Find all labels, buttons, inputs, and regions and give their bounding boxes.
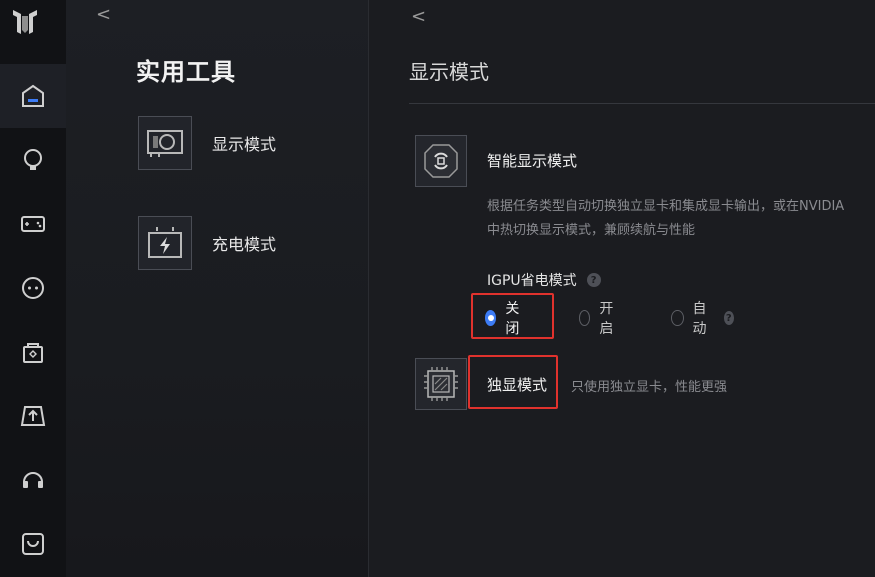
graphics-card-icon (138, 116, 192, 170)
radio-auto[interactable]: 自动 ? (671, 301, 734, 337)
radio-unchecked-icon (671, 310, 684, 326)
igpu-label-text: IGPU省电模式 (487, 273, 577, 289)
tool-charge-mode[interactable]: 充电模式 (138, 216, 276, 270)
display-mode-panel: < 显示模式 智能显示模式 根据任务类型自动切换独立显卡和集成显卡输出，或在NV… (368, 0, 875, 577)
page-title: 显示模式 (409, 60, 489, 84)
highlight-box-dgpu (468, 355, 558, 409)
chat-bot-icon (22, 277, 44, 299)
shopping-bag-icon (22, 533, 44, 555)
smart-mode-title[interactable]: 智能显示模式 (487, 150, 577, 171)
brand-logo-icon[interactable] (9, 6, 41, 38)
sidebar-item-update[interactable] (0, 384, 66, 448)
home-icon (22, 84, 44, 107)
tool-label: 充电模式 (212, 235, 277, 254)
icon-sidebar (0, 0, 66, 577)
radio-label: 自动 (692, 301, 707, 337)
dgpu-mode-description: 只使用独立显卡，性能更强 (571, 380, 728, 395)
dgpu-mode-icon (415, 358, 467, 410)
lightbulb-icon (24, 149, 42, 170)
tool-label: 显示模式 (212, 135, 277, 154)
divider (409, 103, 875, 104)
help-icon[interactable]: ? (723, 311, 734, 325)
sidebar-item-support[interactable] (0, 448, 66, 512)
smart-mode-description: 根据任务类型自动切换独立显卡和集成显卡输出，或在NVIDIA 中热切换显示模式，… (487, 195, 875, 243)
panel-title: 实用工具 (136, 58, 236, 86)
radio-label: 开启 (599, 301, 614, 337)
help-icon[interactable]: ? (586, 273, 601, 287)
radio-unchecked-icon (579, 310, 591, 326)
sidebar-item-assistant[interactable] (0, 256, 66, 320)
battery-charge-icon (138, 216, 192, 270)
igpu-power-save-label: IGPU省电模式 ? (487, 270, 601, 290)
sidebar-item-lighting[interactable] (0, 128, 66, 192)
sidebar-item-game[interactable] (0, 192, 66, 256)
headset-icon (23, 472, 43, 488)
back-button[interactable]: < (96, 4, 111, 25)
radio-on[interactable]: 开启 (579, 301, 618, 337)
tools-panel: < 实用工具 显示模式 充电模式 (66, 0, 368, 577)
sidebar-item-store[interactable] (0, 512, 66, 576)
back-button[interactable]: < (411, 6, 426, 27)
sidebar-item-home[interactable] (0, 64, 66, 128)
description-line: 根据任务类型自动切换独立显卡和集成显卡输出，或在NVIDIA (487, 199, 845, 214)
smart-mode-icon (415, 135, 467, 187)
gamepad-icon (21, 216, 45, 232)
description-line: 中热切换显示模式，兼顾续航与性能 (487, 223, 696, 238)
upload-icon (20, 406, 46, 426)
highlight-box-off (471, 293, 554, 339)
package-icon (23, 343, 43, 363)
tool-display-mode[interactable]: 显示模式 (138, 116, 276, 170)
sidebar-item-package[interactable] (0, 320, 66, 384)
